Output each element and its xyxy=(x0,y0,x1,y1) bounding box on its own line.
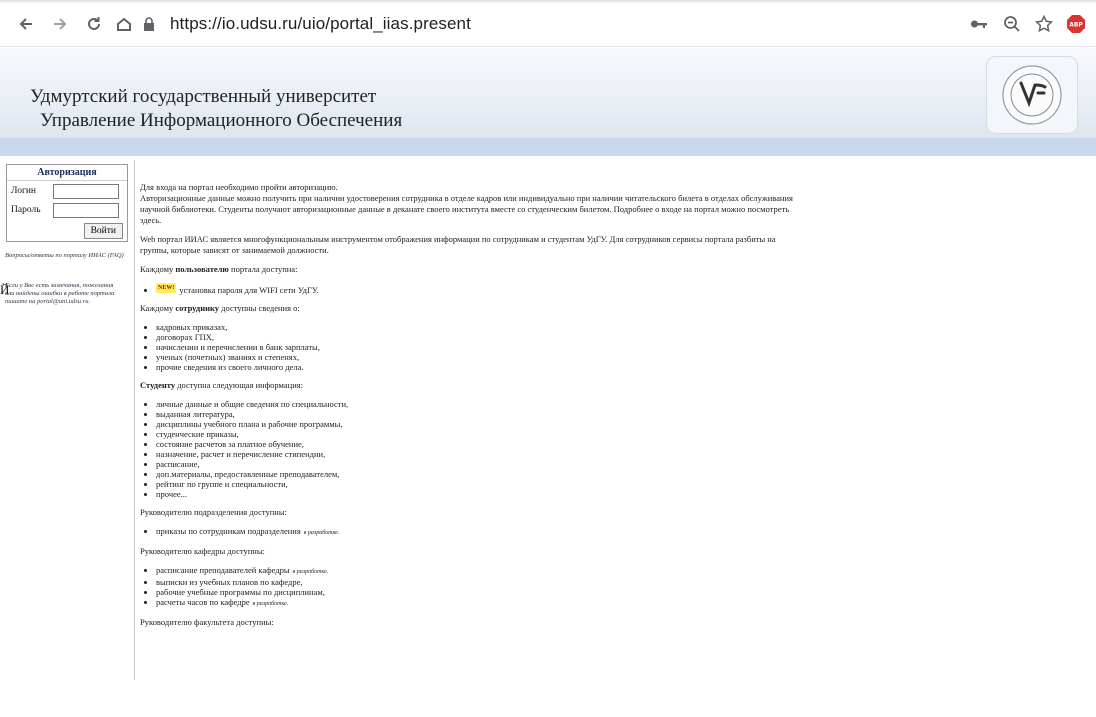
university-seal-logo xyxy=(986,56,1078,134)
list-item: прочие сведения из своего личного дела. xyxy=(156,362,800,372)
staff-heading: Каждому сотруднику доступны сведения о: xyxy=(140,302,300,313)
bookmark-star-icon[interactable] xyxy=(1030,10,1058,38)
list-item: назначение, расчет и перечисление стипен… xyxy=(156,449,800,459)
portal-description: Web портал ИИАС является многофункционал… xyxy=(140,234,776,255)
list-item: рабочие учебные программы по дисциплинам… xyxy=(156,587,800,597)
student-heading: Студенту доступна следующая информация: xyxy=(140,379,304,390)
lock-icon[interactable] xyxy=(140,15,158,33)
header-band xyxy=(0,138,1096,156)
tab-strip-edge xyxy=(0,0,1096,4)
list-item: дисциплины учебного плана и рабочие прог… xyxy=(156,419,800,429)
back-arrow-icon[interactable] xyxy=(12,10,40,38)
forward-arrow-icon[interactable] xyxy=(46,10,74,38)
intro-text: Для входа на портал необходимо пройти ав… xyxy=(140,182,338,192)
university-title: Удмуртский государственный университет xyxy=(30,86,377,107)
department-title: Управление Информационного Обеспечения xyxy=(40,110,403,131)
feedback-note: Если у Вас есть замечания, пожелания или… xyxy=(5,282,115,305)
list-item: расписание преподавателей кафедрыв разра… xyxy=(156,565,800,577)
list-item: студенческие приказы, xyxy=(156,429,800,439)
in-development-tag: в разработке. xyxy=(292,568,329,575)
list-item: выданная литература, xyxy=(156,409,800,419)
faq-link[interactable]: Вопросы/ответы по порталу ИИАС (FAQ) xyxy=(5,252,127,260)
browser-toolbar: https://io.udsu.ru/uio/portal_iias.prese… xyxy=(0,0,1096,47)
chair-heading: Руководителю кафедры доступны: xyxy=(140,545,265,556)
auth-info-text: Авторизационные данные можно получить пр… xyxy=(140,193,793,225)
dept-head-list: приказы по сотрудникам подразделенияв ра… xyxy=(140,526,800,538)
auth-title: Авторизация xyxy=(7,165,127,181)
in-development-tag: в разработке. xyxy=(252,600,289,607)
site-header: Удмуртский государственный университет У… xyxy=(0,48,1096,138)
list-item: доп.материалы, предоставленные преподава… xyxy=(156,469,800,479)
url-text[interactable]: https://io.udsu.ru/uio/portal_iias.prese… xyxy=(170,14,471,34)
list-item: договорах ГПХ, xyxy=(156,332,800,342)
login-label: Логин xyxy=(11,186,37,196)
stray-character: Й xyxy=(0,282,10,297)
list-item: прочее... xyxy=(156,489,800,499)
sidebar: Авторизация Логин Пароль Войти xyxy=(6,160,128,242)
password-label: Пароль xyxy=(11,205,41,215)
auth-form: Авторизация Логин Пароль Войти xyxy=(6,164,128,242)
users-list: NEW!установка пароля для WIFI сети УдГУ. xyxy=(140,283,800,295)
users-heading: Каждому пользователю портала доступна: xyxy=(140,264,298,274)
student-list: личные данные и общие сведения по специа… xyxy=(140,399,800,499)
chair-list: расписание преподавателей кафедрыв разра… xyxy=(140,565,800,609)
login-input[interactable] xyxy=(53,184,119,199)
zoom-out-icon[interactable] xyxy=(998,10,1026,38)
password-input[interactable] xyxy=(53,203,119,218)
list-item: выписки из учебных планов по кафедре, xyxy=(156,577,800,587)
dept-head-heading: Руководителю подразделения доступны: xyxy=(140,506,287,517)
list-item: личные данные и общие сведения по специа… xyxy=(156,399,800,409)
column-divider xyxy=(134,160,135,680)
in-development-tag: в разработке. xyxy=(303,529,340,536)
list-item: состояние расчетов за платное обучение, xyxy=(156,439,800,449)
list-item: рейтинг по группе и специальности, xyxy=(156,479,800,489)
list-item: кадровых приказах, xyxy=(156,322,800,332)
list-item[interactable]: NEW!установка пароля для WIFI сети УдГУ. xyxy=(156,283,800,295)
new-badge: NEW! xyxy=(156,283,177,293)
faculty-heading: Руководителю факультета доступны: xyxy=(140,616,274,627)
list-item: начислении и перечислении в банк зарплат… xyxy=(156,342,800,352)
list-item: приказы по сотрудникам подразделенияв ра… xyxy=(156,526,800,538)
key-icon[interactable] xyxy=(965,10,993,38)
staff-list: кадровых приказах, договорах ГПХ, начисл… xyxy=(140,322,800,372)
list-item: расписание, xyxy=(156,459,800,469)
list-item: расчеты часов по кафедрев разработке. xyxy=(156,597,800,609)
main-content: Для входа на портал необходимо пройти ав… xyxy=(140,182,800,628)
address-bar[interactable]: https://io.udsu.ru/uio/portal_iias.prese… xyxy=(140,8,960,40)
home-icon[interactable] xyxy=(110,10,138,38)
svg-text:ABP: ABP xyxy=(1069,22,1083,29)
reload-icon[interactable] xyxy=(80,10,108,38)
list-item: ученых (почетных) званиях и степенях, xyxy=(156,352,800,362)
adblock-icon[interactable]: ABP xyxy=(1062,10,1090,38)
login-button[interactable]: Войти xyxy=(83,223,123,239)
